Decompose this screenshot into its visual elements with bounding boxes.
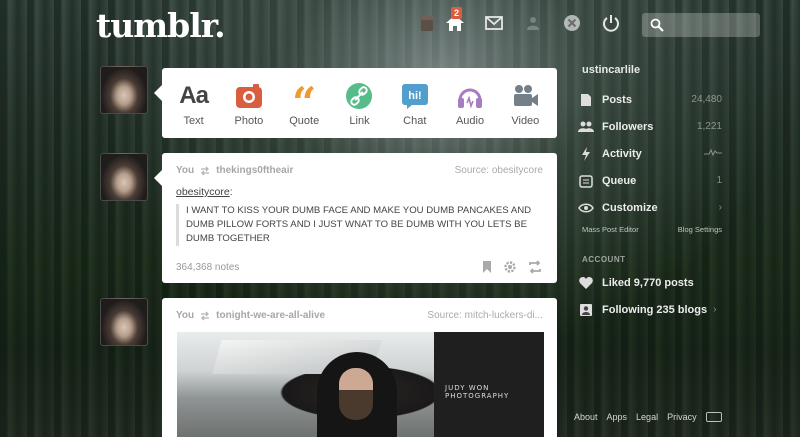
bookmark-icon[interactable]: [481, 260, 493, 274]
blog-tools-links: Mass Post Editor Blog Settings: [572, 221, 732, 241]
gear-icon[interactable]: [503, 260, 517, 274]
sidebar-item-label: Queue: [602, 174, 637, 187]
post-header: You thekings0ftheair Source: obesitycore: [162, 153, 557, 176]
post-type-chat[interactable]: hi! Chat: [388, 68, 442, 138]
mail-icon[interactable]: [483, 12, 505, 34]
keyboard-shortcuts-icon[interactable]: [705, 412, 722, 422]
sidebar-item-label: Liked 9,770 posts: [602, 276, 694, 289]
sidebar: ustincarlile Posts 24,480 Followers 1,22…: [572, 56, 732, 323]
following-icon: [578, 302, 594, 318]
post-type-label: Video: [511, 114, 540, 127]
blog-settings-link[interactable]: Blog Settings: [678, 225, 722, 241]
avatar[interactable]: [100, 298, 148, 346]
sidebar-item-posts[interactable]: Posts 24,480: [572, 86, 732, 113]
sidebar-item-label: Followers: [602, 120, 654, 133]
people-icon: [578, 119, 594, 135]
video-camera-icon: [511, 80, 539, 112]
queue-icon: [578, 173, 594, 189]
avatar[interactable]: [100, 153, 148, 201]
photo-watermark: JUDY WON PHOTOGRAPHY: [445, 384, 510, 400]
post-type-photo[interactable]: Photo: [222, 68, 276, 138]
avatar[interactable]: [100, 66, 148, 114]
close-icon[interactable]: [561, 12, 583, 34]
reblogged-from-link[interactable]: thekings0ftheair: [216, 165, 293, 176]
reblog-icon: [199, 166, 211, 176]
reblogged-from-link[interactable]: tonight-we-are-all-alive: [216, 310, 325, 321]
quote-author-suffix: :: [229, 186, 233, 198]
sidebar-item-count: 1,221: [696, 121, 722, 132]
post-type-quote[interactable]: “ Quote: [277, 68, 331, 138]
post-type-label: Text: [183, 114, 204, 127]
footer-link-about[interactable]: About: [574, 412, 598, 422]
chevron-right-icon: ›: [718, 202, 722, 213]
footer-link-legal[interactable]: Legal: [636, 412, 658, 422]
post-type-label: Audio: [455, 114, 485, 127]
lightning-icon: [578, 146, 594, 162]
chevron-right-icon: ›: [713, 304, 717, 315]
sidebar-item-followers[interactable]: Followers 1,221: [572, 113, 732, 140]
post-quote: I WANT TO KISS YOUR DUMB FACE AND MAKE Y…: [176, 204, 543, 246]
svg-text:hi!: hi!: [408, 90, 421, 102]
mass-post-editor-link[interactable]: Mass Post Editor: [582, 225, 639, 241]
headphones-icon: [456, 80, 484, 112]
power-icon[interactable]: [600, 12, 622, 34]
post-body: obesitycore: I WANT TO KISS YOUR DUMB FA…: [162, 176, 557, 246]
activity-sparkline-icon: [704, 148, 732, 159]
post-source-link[interactable]: Source: obesitycore: [455, 165, 543, 176]
reblog-icon: [199, 311, 211, 321]
footer-link-apps[interactable]: Apps: [607, 412, 628, 422]
reblogger-name[interactable]: You: [176, 165, 194, 176]
document-icon: [578, 92, 594, 108]
text-icon: Aa: [179, 81, 209, 109]
camera-icon: [235, 80, 263, 112]
search-icon: [650, 18, 664, 32]
eye-icon: [578, 200, 594, 216]
post-type-audio[interactable]: Audio: [443, 68, 497, 138]
sidebar-item-label: Following 235 blogs: [602, 303, 708, 316]
post-header: You tonight-we-are-all-alive Source: mit…: [162, 298, 557, 321]
heart-icon: [578, 275, 594, 291]
gift-icon[interactable]: [416, 12, 438, 34]
post-type-text[interactable]: Aa Text: [167, 68, 221, 138]
sidebar-item-following[interactable]: Following 235 blogs ›: [572, 296, 732, 323]
footer-link-privacy[interactable]: Privacy: [667, 412, 697, 422]
link-icon: [345, 80, 373, 112]
post-type-video[interactable]: Video: [498, 68, 552, 138]
post-type-link[interactable]: Link: [332, 68, 386, 138]
post-type-label: Link: [349, 114, 370, 127]
sidebar-item-label: Activity: [602, 147, 642, 160]
post-photo[interactable]: JUDY WON PHOTOGRAPHY: [177, 332, 544, 437]
sidebar-item-count: 24,480: [691, 94, 722, 105]
post-type-picker: Aa Text Photo “ Quote Link hi! Chat Audi…: [154, 68, 557, 138]
people-icon[interactable]: [522, 12, 544, 34]
tumblr-logo[interactable]: tumblr.: [96, 6, 226, 45]
chat-icon: hi!: [401, 80, 429, 112]
post-footer: 364,368 notes: [176, 260, 543, 274]
footer-links: About Apps Legal Privacy: [574, 412, 722, 422]
inbox-count-badge: 2: [451, 7, 463, 19]
sidebar-item-queue[interactable]: Queue 1: [572, 167, 732, 194]
sidebar-item-label: Customize: [602, 201, 658, 214]
notes-count[interactable]: 364,368 notes: [176, 262, 239, 273]
account-heading: ACCOUNT: [582, 255, 626, 264]
sidebar-item-likes[interactable]: Liked 9,770 posts: [572, 269, 732, 296]
post-type-label: Chat: [403, 114, 427, 127]
search-input[interactable]: [642, 13, 760, 37]
post-type-label: Quote: [289, 114, 320, 127]
quote-author-link[interactable]: obesitycore: [176, 186, 230, 198]
post-card: You tonight-we-are-all-alive Source: mit…: [162, 298, 557, 437]
sidebar-item-label: Posts: [602, 93, 632, 106]
reblogger-name[interactable]: You: [176, 310, 194, 321]
sidebar-item-activity[interactable]: Activity: [572, 140, 732, 167]
post-card: You thekings0ftheair Source: obesitycore…: [154, 153, 557, 283]
blog-name[interactable]: ustincarlile: [572, 56, 732, 86]
post-type-label: Photo: [234, 114, 264, 127]
sidebar-item-customize[interactable]: Customize ›: [572, 194, 732, 221]
sidebar-item-count: 1: [716, 175, 722, 186]
reblog-icon[interactable]: [527, 260, 543, 274]
post-source-link[interactable]: Source: mitch-luckers-di...: [427, 310, 543, 321]
